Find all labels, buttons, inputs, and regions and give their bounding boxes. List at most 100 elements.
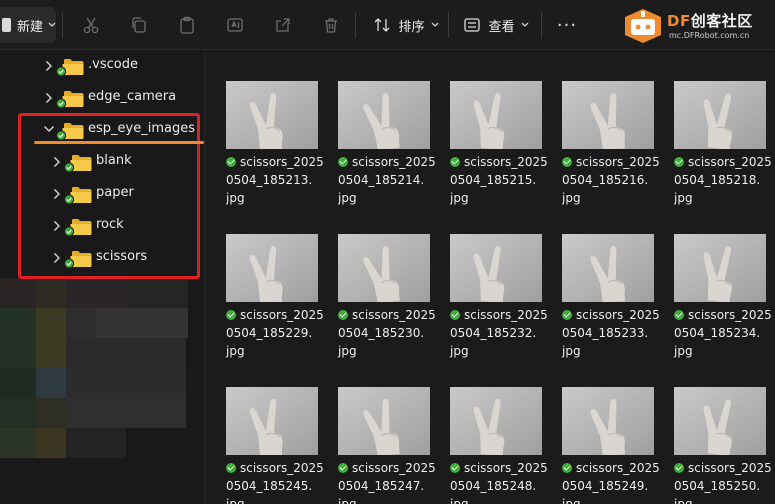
view-button[interactable]: 查看 — [460, 0, 532, 50]
file-name: scissors_2025 0504_185218. jpg — [674, 155, 772, 205]
dfrobot-watermark: DF创客社区 mc.DFRobot.com.cn — [621, 5, 771, 45]
sort-button-label: 排序 — [398, 19, 425, 35]
photo-thumbnail-image — [226, 387, 318, 455]
sidebar-item-edge-camera[interactable]: edge_camera — [0, 82, 204, 112]
file-name: scissors_2025 0504_185250. jpg — [674, 461, 772, 504]
sync-ok-icon — [674, 463, 684, 473]
file-item[interactable]: scissors_2025 0504_185229. jpg — [205, 203, 324, 358]
sync-ok-icon — [56, 98, 67, 109]
file-grid: scissors_2025 0504_185213. jpg scissors_… — [205, 50, 775, 504]
file-name: scissors_2025 0504_185245. jpg — [226, 461, 324, 504]
file-item[interactable]: scissors_2025 0504_185218. jpg — [653, 50, 772, 205]
sync-ok-icon — [338, 310, 348, 320]
delete-button[interactable] — [318, 0, 344, 50]
file-item[interactable]: scissors_2025 0504_185213. jpg — [205, 50, 324, 205]
cut-icon — [83, 17, 99, 34]
file-name: scissors_2025 0504_185216. jpg — [562, 155, 660, 205]
sync-ok-icon — [562, 310, 572, 320]
file-thumbnail[interactable] — [450, 81, 542, 149]
watermark-brand: DF创客社区 — [667, 12, 753, 30]
file-item[interactable]: scissors_2025 0504_185250. jpg — [653, 356, 772, 504]
file-item[interactable]: scissors_2025 0504_185216. jpg — [541, 50, 660, 205]
file-thumbnail[interactable] — [450, 234, 542, 302]
photo-thumbnail-image — [562, 387, 654, 455]
chevron-right-icon[interactable] — [45, 92, 53, 104]
file-name: scissors_2025 0504_185232. jpg — [450, 308, 548, 358]
chevron-down-icon — [48, 22, 56, 27]
photo-thumbnail-image — [562, 81, 654, 149]
chevron-right-icon[interactable] — [45, 60, 53, 72]
sync-ok-icon — [674, 157, 684, 167]
sidebar-item-label: .vscode — [88, 57, 138, 72]
copy-icon — [132, 17, 146, 33]
file-thumbnail[interactable] — [562, 81, 654, 149]
file-item[interactable]: scissors_2025 0504_185233. jpg — [541, 203, 660, 358]
photo-thumbnail-image — [226, 234, 318, 302]
file-item[interactable]: scissors_2025 0504_185232. jpg — [429, 203, 548, 358]
sync-ok-icon — [338, 157, 348, 167]
new-button-label: 新建 — [17, 19, 44, 35]
toolbar-separator — [448, 12, 449, 38]
highlight-underline — [34, 141, 204, 144]
new-button[interactable]: 新建 — [0, 7, 56, 43]
file-thumbnail[interactable] — [674, 234, 766, 302]
file-thumbnail[interactable] — [450, 387, 542, 455]
file-name: scissors_2025 0504_185249. jpg — [562, 461, 660, 504]
file-thumbnail[interactable] — [562, 234, 654, 302]
photo-thumbnail-image — [674, 387, 766, 455]
file-item[interactable]: scissors_2025 0504_185230. jpg — [317, 203, 436, 358]
more-options-label: ··· — [556, 14, 578, 36]
photo-thumbnail-image — [338, 234, 430, 302]
photo-thumbnail-image — [338, 387, 430, 455]
highlight-box — [18, 113, 200, 279]
file-item[interactable]: scissors_2025 0504_185249. jpg — [541, 356, 660, 504]
file-name: scissors_2025 0504_185215. jpg — [450, 155, 548, 205]
robot-logo-icon — [625, 9, 661, 43]
file-thumbnail[interactable] — [674, 387, 766, 455]
copy-button[interactable] — [126, 0, 152, 50]
file-thumbnail[interactable] — [338, 234, 430, 302]
sync-ok-icon — [226, 157, 236, 167]
share-button[interactable] — [270, 0, 296, 50]
file-thumbnail[interactable] — [226, 234, 318, 302]
new-icon — [2, 18, 11, 32]
photo-thumbnail-image — [674, 81, 766, 149]
sync-ok-icon — [226, 310, 236, 320]
file-item[interactable]: scissors_2025 0504_185214. jpg — [317, 50, 436, 205]
paste-button[interactable] — [174, 0, 200, 50]
file-item[interactable]: scissors_2025 0504_185247. jpg — [317, 356, 436, 504]
sync-ok-icon — [562, 157, 572, 167]
file-item[interactable]: scissors_2025 0504_185248. jpg — [429, 356, 548, 504]
rename-button[interactable] — [222, 0, 248, 50]
file-thumbnail[interactable] — [226, 81, 318, 149]
rename-icon — [227, 18, 243, 32]
sync-ok-icon — [450, 310, 460, 320]
view-button-label: 查看 — [488, 19, 515, 35]
file-name: scissors_2025 0504_185233. jpg — [562, 308, 660, 358]
file-name: scissors_2025 0504_185247. jpg — [338, 461, 436, 504]
file-thumbnail[interactable] — [562, 387, 654, 455]
file-thumbnail[interactable] — [674, 81, 766, 149]
sort-button[interactable]: 排序 — [370, 0, 442, 50]
file-name: scissors_2025 0504_185234. jpg — [674, 308, 772, 358]
file-item[interactable]: scissors_2025 0504_185234. jpg — [653, 203, 772, 358]
chevron-down-icon — [521, 22, 528, 27]
sync-ok-icon — [338, 463, 348, 473]
file-item[interactable]: scissors_2025 0504_185245. jpg — [205, 356, 324, 504]
cut-button[interactable] — [78, 0, 104, 50]
folder-icon — [56, 91, 84, 109]
more-options-button[interactable]: ··· — [552, 0, 582, 50]
photo-thumbnail-image — [450, 234, 542, 302]
file-thumbnail[interactable] — [338, 81, 430, 149]
file-thumbnail[interactable] — [338, 387, 430, 455]
sync-ok-icon — [450, 157, 460, 167]
sidebar-item-vscode[interactable]: .vscode — [0, 50, 204, 80]
photo-thumbnail-image — [562, 234, 654, 302]
file-item[interactable]: scissors_2025 0504_185215. jpg — [429, 50, 548, 205]
toolbar-separator — [355, 12, 356, 38]
photo-thumbnail-image — [674, 234, 766, 302]
file-thumbnail[interactable] — [226, 387, 318, 455]
toolbar-separator — [541, 12, 542, 38]
view-icon — [464, 18, 481, 32]
file-name: scissors_2025 0504_185230. jpg — [338, 308, 436, 358]
